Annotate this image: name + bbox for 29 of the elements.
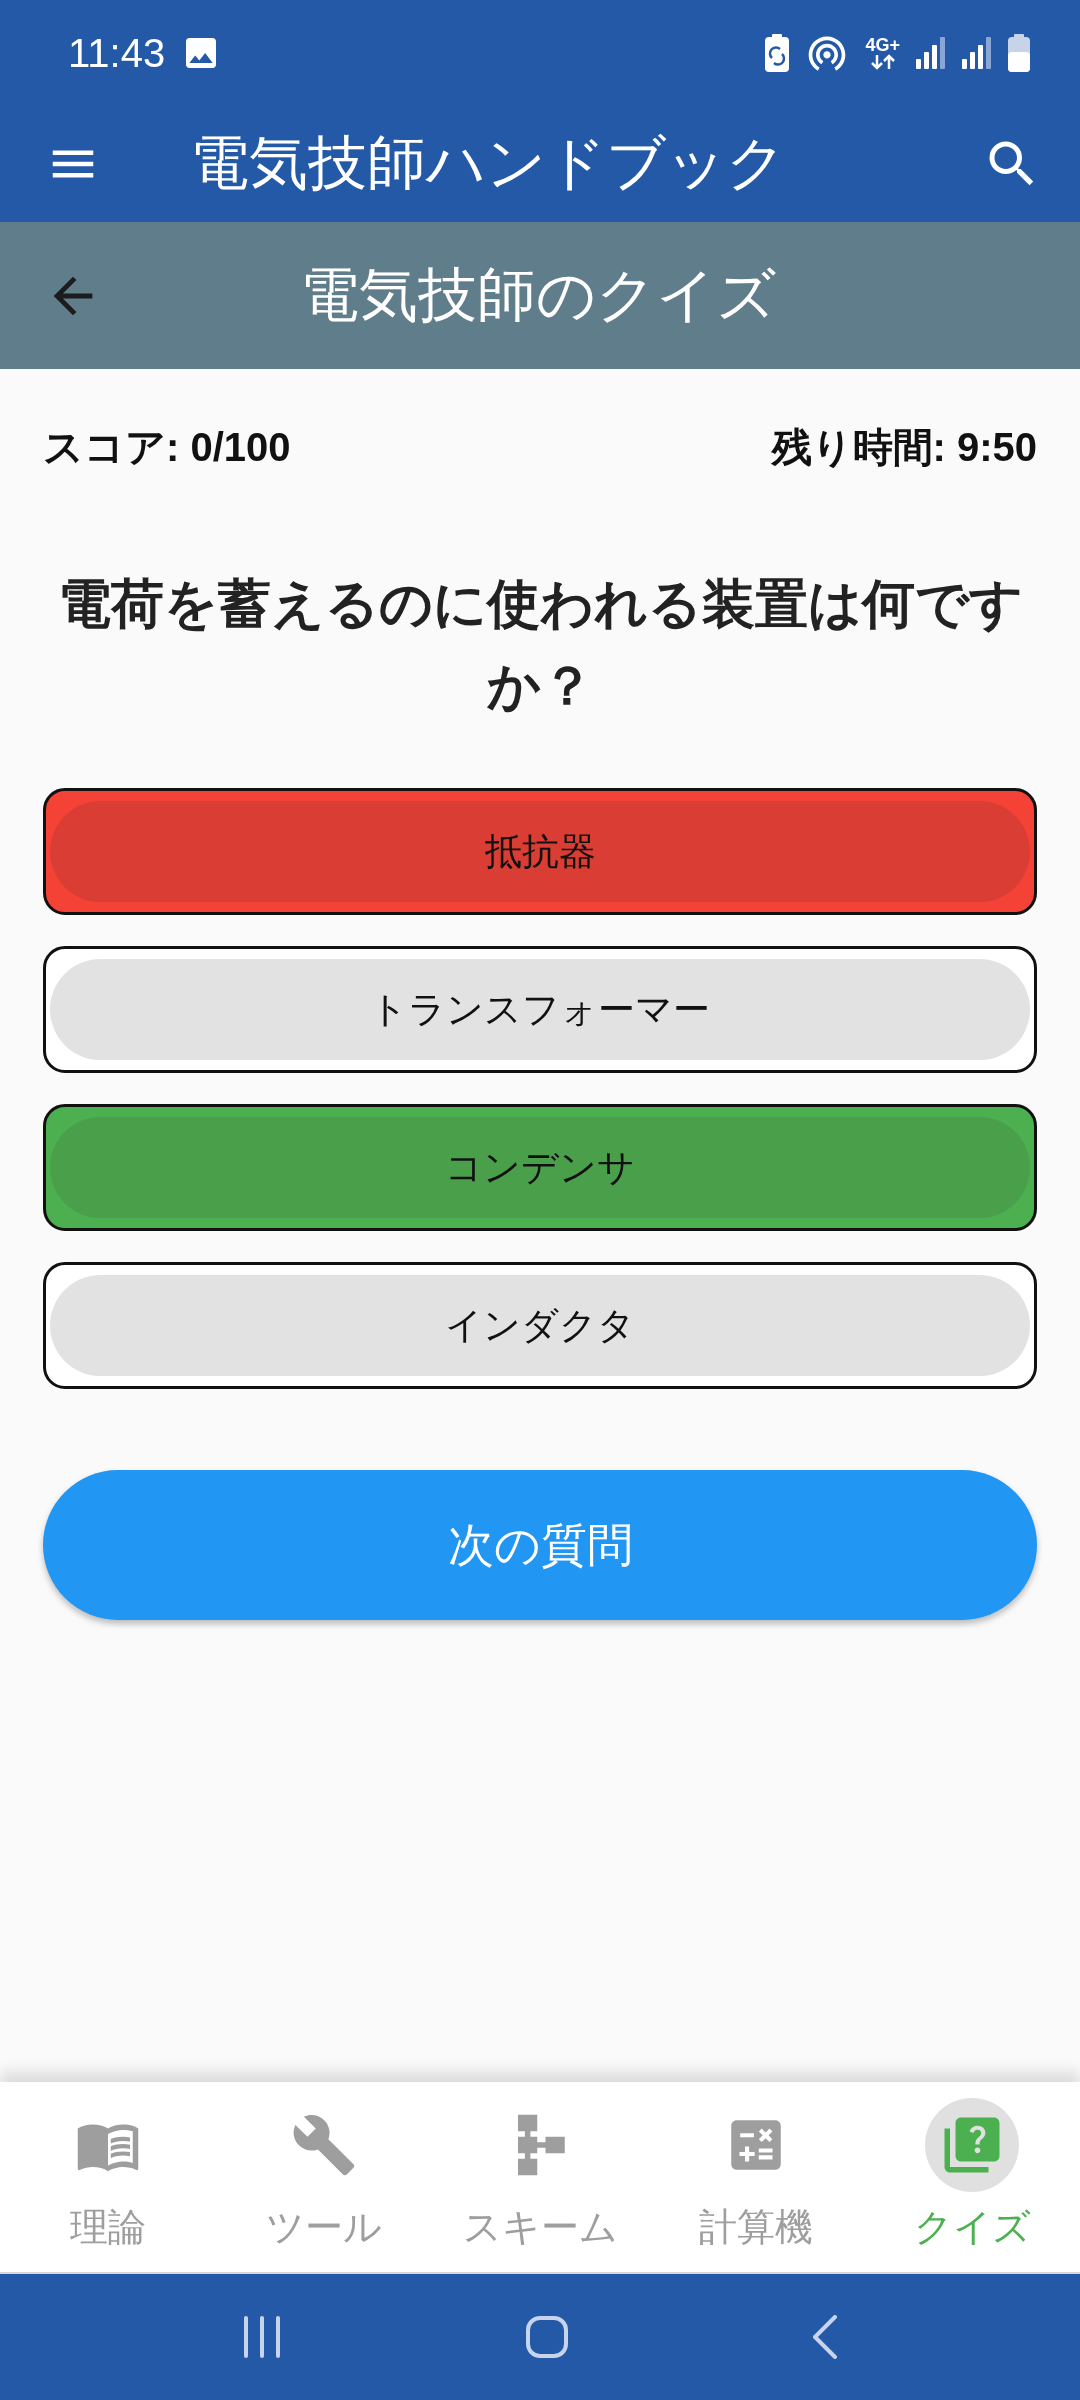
answer-option[interactable]: 抵抗器 [43,788,1037,915]
signal-icon [962,36,992,69]
next-question-button[interactable]: 次の質問 [43,1470,1037,1620]
time-left-text: 残り時間: 9:50 [771,424,1037,471]
battery-recycle-icon [765,33,790,72]
network-type-label: 4G+ [865,35,900,54]
app-title: 電気技師ハンドブック [190,134,787,193]
answer-option[interactable]: トランスフォーマー [43,946,1037,1073]
recent-apps-button[interactable] [242,2316,282,2358]
score-text: スコア: 0/100 [43,424,291,471]
nav-tab[interactable]: ツール [216,2082,432,2272]
back-chevron-icon [812,2315,838,2359]
nav-tab[interactable]: 計算機 [648,2082,864,2272]
answer-option[interactable]: インダクタ [43,1262,1037,1389]
nav-tab[interactable]: クイズ [864,2082,1080,2272]
recent-apps-icon [242,2316,282,2358]
answer-option[interactable]: コンデンサ [43,1104,1037,1231]
question-text: 電荷を蓄えるのに使われる装置は何ですか？ [56,573,1024,717]
home-icon [526,2316,568,2358]
nav-tab[interactable]: スキーム [432,2082,648,2272]
screen-title: 電気技師のクイズ [300,266,776,325]
nav-tab[interactable]: 理論 [0,2082,216,2272]
home-button[interactable] [526,2316,568,2358]
wrench-icon [291,2112,357,2178]
signal-icon [916,36,946,69]
back-nav-button[interactable] [812,2315,838,2359]
status-time: 11:43 [68,32,166,73]
data-arrows-icon [869,53,896,70]
battery-icon [1008,33,1030,72]
